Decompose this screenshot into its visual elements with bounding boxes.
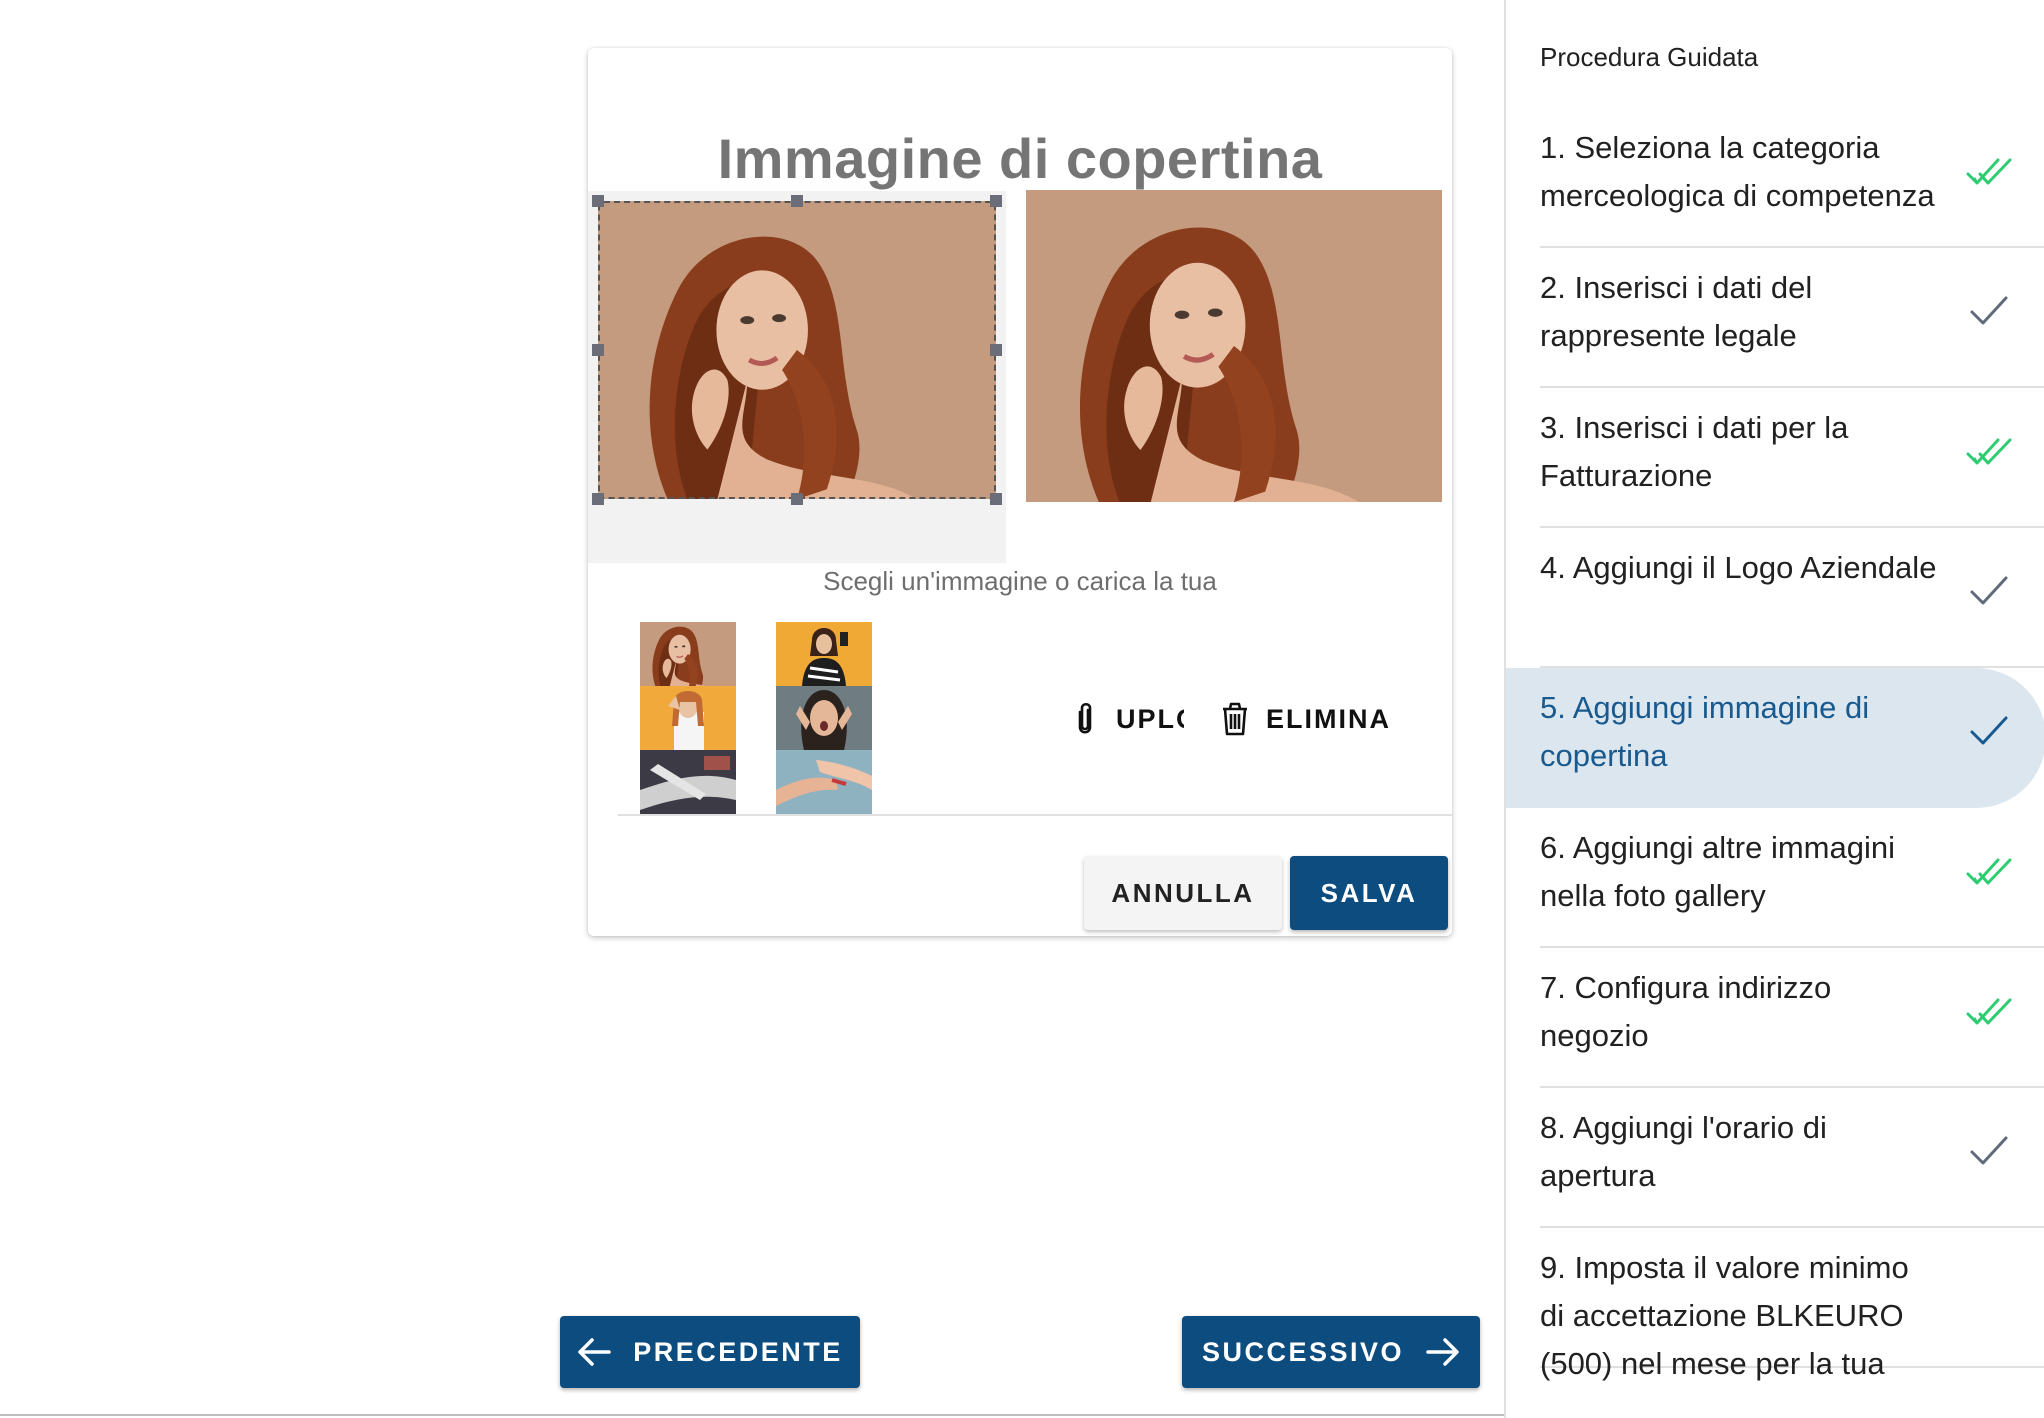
- crop-handle-bottom-left[interactable]: [592, 493, 604, 505]
- wizard-step-label: 6. Aggiungi altre immagini nella foto ga…: [1540, 830, 1895, 913]
- wizard-step-6[interactable]: 6. Aggiungi altre immagini nella foto ga…: [1540, 808, 2044, 948]
- delete-label: ELIMINA: [1266, 703, 1391, 734]
- wizard-step-label: 1. Seleziona la categoria merceologica d…: [1540, 130, 1935, 213]
- save-button[interactable]: SALVA: [1290, 856, 1448, 930]
- dialog-title: Immagine di copertina: [717, 127, 1323, 190]
- check-icon: [1966, 288, 2012, 334]
- previous-button[interactable]: PRECEDENTE: [560, 1316, 860, 1388]
- wizard-step-label: 3. Inserisci i dati per la Fatturazione: [1540, 410, 1849, 493]
- check-icon: [1966, 708, 2012, 754]
- main-content: Immagine di copertina Scegli un'immagine…: [0, 0, 1504, 1418]
- crop-handle-top-left[interactable]: [592, 195, 604, 207]
- paperclip-icon: [1078, 702, 1092, 734]
- thumbnail-woman-yellow[interactable]: [640, 686, 736, 750]
- thumbnail-manicure[interactable]: [776, 750, 872, 814]
- upload-label: UPLOAD: [1116, 703, 1184, 734]
- crop-handle-top[interactable]: [791, 195, 803, 207]
- wizard-step-label: 7. Configura indirizzo negozio: [1540, 970, 1832, 1053]
- wizard-step-label: 9. Imposta il valore minimo di accettazi…: [1540, 1250, 1909, 1381]
- crop-handle-right[interactable]: [990, 344, 1002, 356]
- wizard-step-8[interactable]: 8. Aggiungi l'orario di apertura: [1540, 1088, 2044, 1228]
- thumbnail-woman-phone[interactable]: [776, 622, 872, 686]
- crop-handle-left[interactable]: [592, 344, 604, 356]
- trash-icon: [1223, 702, 1247, 736]
- next-label: SUCCESSIVO: [1201, 1336, 1405, 1367]
- double-check-icon: [1966, 148, 2012, 194]
- crop-selection-box[interactable]: [598, 201, 996, 499]
- previous-label: PRECEDENTE: [633, 1336, 843, 1367]
- upload-button[interactable]: UPLOAD: [1070, 702, 1184, 736]
- wizard-step-1[interactable]: 1. Seleziona la categoria merceologica d…: [1540, 108, 2044, 248]
- sidebar-title: Procedura Guidata: [1540, 42, 1759, 72]
- bottom-divider: [0, 1414, 1504, 1416]
- cancel-button[interactable]: ANNULLA: [1084, 856, 1282, 930]
- next-button[interactable]: SUCCESSIVO: [1182, 1316, 1480, 1388]
- wizard-step-label: 2. Inserisci i dati del rappresente lega…: [1540, 270, 1813, 353]
- double-check-icon: [1966, 848, 2012, 894]
- choose-image-label: Scegli un'immagine o carica la tua: [823, 566, 1217, 596]
- delete-button[interactable]: ELIMINA: [1220, 702, 1391, 736]
- image-cropper[interactable]: [588, 191, 1006, 563]
- cover-preview-image: [1026, 190, 1442, 502]
- wizard-step-5[interactable]: 5. Aggiungi immagine di copertina: [1506, 668, 2044, 808]
- thumbnail-hair-brushing[interactable]: [640, 750, 736, 814]
- thumbnail-woman-surprised[interactable]: [776, 686, 872, 750]
- crop-handle-bottom-right[interactable]: [990, 493, 1002, 505]
- wizard-step-2[interactable]: 2. Inserisci i dati del rappresente lega…: [1540, 248, 2044, 388]
- cover-image-dialog: Immagine di copertina Scegli un'immagine…: [588, 48, 1452, 936]
- thumbnail-woman-beige[interactable]: [640, 622, 736, 686]
- check-icon: [1966, 568, 2012, 614]
- double-check-icon: [1966, 428, 2012, 474]
- wizard-step-label: 4. Aggiungi il Logo Aziendale: [1540, 550, 1937, 585]
- wizard-sidebar: Procedura Guidata 1. Seleziona la catego…: [1504, 0, 2044, 1418]
- double-check-icon: [1966, 988, 2012, 1034]
- crop-handle-top-right[interactable]: [990, 195, 1002, 207]
- arrow-right-icon: [1426, 1338, 1459, 1366]
- wizard-step-3[interactable]: 3. Inserisci i dati per la Fatturazione: [1540, 388, 2044, 528]
- wizard-step-4[interactable]: 4. Aggiungi il Logo Aziendale: [1540, 528, 2044, 668]
- wizard-step-label: 5. Aggiungi immagine di copertina: [1540, 690, 1870, 773]
- arrow-left-icon: [578, 1338, 611, 1366]
- wizard-step-7[interactable]: 7. Configura indirizzo negozio: [1540, 948, 2044, 1088]
- wizard-step-9[interactable]: 9. Imposta il valore minimo di accettazi…: [1540, 1228, 2044, 1381]
- wizard-step-label: 8. Aggiungi l'orario di apertura: [1540, 1110, 1827, 1193]
- dialog-divider: [618, 814, 1452, 816]
- crop-handle-bottom[interactable]: [791, 493, 803, 505]
- check-icon: [1966, 1128, 2012, 1174]
